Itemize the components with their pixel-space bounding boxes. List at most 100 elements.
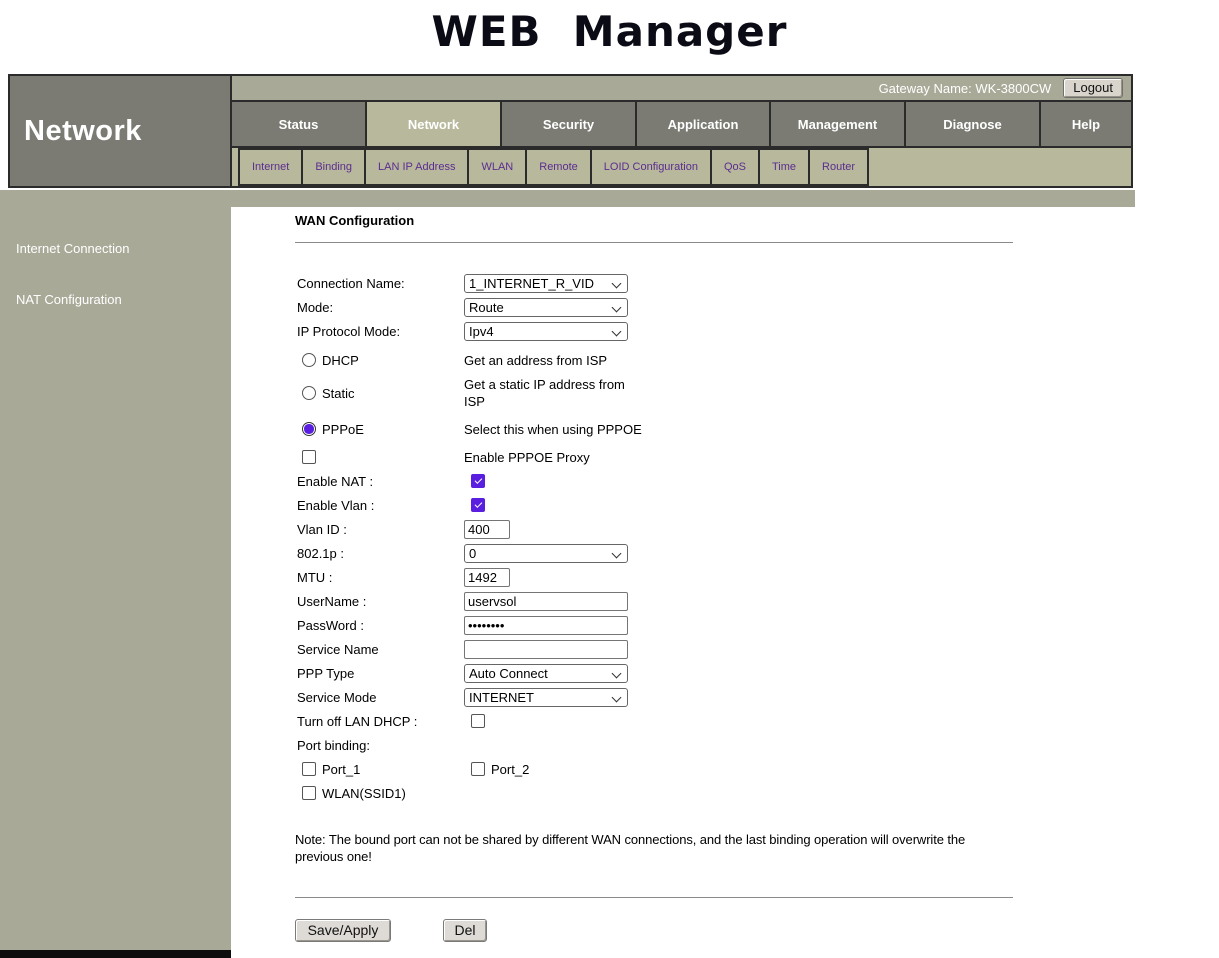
port-2-checkbox[interactable] <box>471 762 485 776</box>
enable-vlan-checkbox[interactable] <box>471 498 485 512</box>
tab-status[interactable]: Status <box>232 102 367 146</box>
vlan-id-input[interactable] <box>464 520 510 539</box>
subtab-loid-configuration[interactable]: LOID Configuration <box>590 148 712 186</box>
ip-protocol-mode-select[interactable]: Ipv4 <box>464 322 628 341</box>
802-1p-label: 802.1p : <box>295 546 464 561</box>
turn-off-lan-dhcp-checkbox[interactable] <box>471 714 485 728</box>
turn-off-lan-dhcp-label: Turn off LAN DHCP : <box>295 714 464 729</box>
main-tabs: Status Network Security Application Mana… <box>232 102 1131 148</box>
service-mode-select[interactable]: INTERNET <box>464 688 628 707</box>
row-service-name: Service Name <box>295 637 1013 661</box>
enable-nat-checkbox[interactable] <box>471 474 485 488</box>
pppoe-label: PPPoE <box>322 422 364 437</box>
row-mode: Mode: Route <box>295 295 1013 319</box>
dhcp-label: DHCP <box>322 353 359 368</box>
sidebar-item-nat-configuration[interactable]: NAT Configuration <box>0 292 231 308</box>
sub-tabs: Internet Binding LAN IP Address WLAN Rem… <box>232 148 1131 186</box>
pppoe-desc: Select this when using PPPOE <box>464 422 642 437</box>
subtab-wlan[interactable]: WLAN <box>467 148 527 186</box>
tab-network[interactable]: Network <box>367 102 502 146</box>
wlan-ssid1-checkbox[interactable] <box>302 786 316 800</box>
connection-name-label: Connection Name: <box>295 276 464 291</box>
row-enable-vlan: Enable Vlan : <box>295 493 1013 517</box>
row-port-binding-label: Port binding: <box>295 733 1013 757</box>
row-ip-protocol-mode: IP Protocol Mode: Ipv4 <box>295 319 1013 343</box>
tab-help[interactable]: Help <box>1041 102 1131 146</box>
dhcp-radio[interactable] <box>302 353 316 367</box>
row-pppoe-proxy: Enable PPPOE Proxy <box>295 445 1013 469</box>
wlan-ssid1-label: WLAN(SSID1) <box>322 786 406 801</box>
row-password: PassWord : <box>295 613 1013 637</box>
enable-vlan-label: Enable Vlan : <box>295 498 464 513</box>
row-service-mode: Service Mode INTERNET <box>295 685 1013 709</box>
static-radio[interactable] <box>302 386 316 400</box>
wan-configuration-form: WAN Configuration Connection Name: 1_INT… <box>295 213 1013 942</box>
ppp-type-label: PPP Type <box>295 666 464 681</box>
row-wlan-ssid1: WLAN(SSID1) <box>295 781 1013 805</box>
username-label: UserName : <box>295 594 464 609</box>
802-1p-select[interactable]: 0 <box>464 544 628 563</box>
divider-bottom <box>295 897 1013 898</box>
mtu-input[interactable] <box>464 568 510 587</box>
gateway-bar: Gateway Name: WK-3800CW Logout <box>232 76 1131 102</box>
section-title-box: Network <box>10 76 232 186</box>
app-title: WEB Manager <box>0 4 1219 60</box>
pppoe-proxy-checkbox[interactable] <box>302 450 316 464</box>
tab-diagnose[interactable]: Diagnose <box>906 102 1041 146</box>
header-underlay-band <box>231 190 1135 207</box>
tab-security[interactable]: Security <box>502 102 637 146</box>
subtab-internet[interactable]: Internet <box>238 148 303 186</box>
subtab-qos[interactable]: QoS <box>710 148 760 186</box>
action-buttons: Save/Apply Del <box>295 918 1013 942</box>
row-ppp-type: PPP Type Auto Connect <box>295 661 1013 685</box>
port-1-checkbox[interactable] <box>302 762 316 776</box>
subtab-lan-ip-address[interactable]: LAN IP Address <box>364 148 469 186</box>
subtab-time[interactable]: Time <box>758 148 810 186</box>
port-2-label: Port_2 <box>491 762 529 777</box>
del-button[interactable]: Del <box>443 919 487 942</box>
sidebar-item-internet-connection[interactable]: Internet Connection <box>0 241 231 257</box>
dhcp-desc: Get an address from ISP <box>464 353 607 368</box>
mtu-label: MTU : <box>295 570 464 585</box>
row-static: Static Get a static IP address from ISP <box>295 373 1013 413</box>
username-input[interactable] <box>464 592 628 611</box>
section-title: Network <box>10 115 142 148</box>
row-enable-nat: Enable NAT : <box>295 469 1013 493</box>
page-title: WAN Configuration <box>295 213 1013 229</box>
static-desc: Get a static IP address from ISP <box>464 376 636 410</box>
gateway-name: Gateway Name: WK-3800CW <box>879 81 1052 96</box>
mode-label: Mode: <box>295 300 464 315</box>
row-pppoe: PPPoE Select this when using PPPOE <box>295 413 1013 445</box>
ppp-type-select[interactable]: Auto Connect <box>464 664 628 683</box>
save-apply-button[interactable]: Save/Apply <box>295 919 391 942</box>
enable-nat-label: Enable NAT : <box>295 474 464 489</box>
vlan-id-label: Vlan ID : <box>295 522 464 537</box>
pppoe-radio[interactable] <box>302 422 316 436</box>
password-input[interactable] <box>464 616 628 635</box>
header: Network Gateway Name: WK-3800CW Logout S… <box>8 74 1133 188</box>
subtab-router[interactable]: Router <box>808 148 869 186</box>
subtab-binding[interactable]: Binding <box>301 148 366 186</box>
sidebar-bottom-strip <box>0 950 231 958</box>
logout-button[interactable]: Logout <box>1063 78 1123 98</box>
mode-select[interactable]: Route <box>464 298 628 317</box>
port-binding-label: Port binding: <box>295 738 464 753</box>
static-label: Static <box>322 386 355 401</box>
row-mtu: MTU : <box>295 565 1013 589</box>
row-connection-name: Connection Name: 1_INTERNET_R_VID <box>295 271 1013 295</box>
connection-name-select[interactable]: 1_INTERNET_R_VID <box>464 274 628 293</box>
row-dhcp: DHCP Get an address from ISP <box>295 347 1013 373</box>
port-1-label: Port_1 <box>322 762 360 777</box>
header-right: Gateway Name: WK-3800CW Logout Status Ne… <box>232 76 1131 186</box>
password-label: PassWord : <box>295 618 464 633</box>
tab-application[interactable]: Application <box>637 102 771 146</box>
service-name-input[interactable] <box>464 640 628 659</box>
ip-protocol-mode-label: IP Protocol Mode: <box>295 324 464 339</box>
sidebar: Internet Connection NAT Configuration <box>0 190 231 950</box>
row-ports: Port_1 Port_2 <box>295 757 1013 781</box>
pppoe-proxy-desc: Enable PPPOE Proxy <box>464 450 590 465</box>
row-turn-off-lan-dhcp: Turn off LAN DHCP : <box>295 709 1013 733</box>
tab-management[interactable]: Management <box>771 102 906 146</box>
row-802-1p: 802.1p : 0 <box>295 541 1013 565</box>
subtab-remote[interactable]: Remote <box>525 148 592 186</box>
